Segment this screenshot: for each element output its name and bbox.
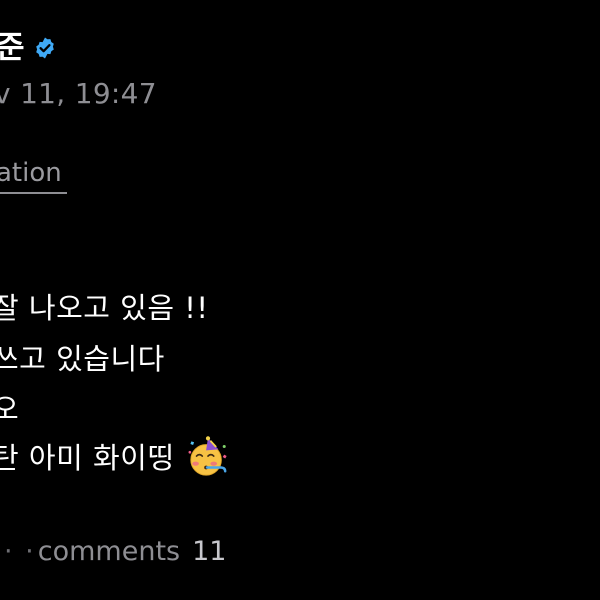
post-body-line: 오 (0, 392, 20, 426)
post-footer: · · comments 11 (0, 533, 226, 569)
translation-underline (0, 192, 67, 194)
post-timestamp: v 11, 19:47 (0, 77, 157, 110)
post-body-line: 쓰고 있습니다 (0, 342, 165, 376)
author-row: 준 (0, 28, 57, 68)
comments-count: 11 (192, 535, 227, 567)
comments-link[interactable]: comments (38, 536, 180, 567)
post-body-line-with-emoji: 탄 아미 화이띵 (0, 436, 229, 481)
post-body-text: 탄 아미 화이띵 (0, 441, 175, 475)
see-translation-link[interactable]: ation (0, 158, 62, 188)
post-body-line: 잘 나오고 있음 !! (0, 291, 209, 325)
partying-face-icon (188, 436, 227, 476)
verified-badge-icon (35, 37, 54, 59)
author-name[interactable]: 준 (0, 28, 25, 68)
separator-dots: · · (4, 535, 36, 567)
